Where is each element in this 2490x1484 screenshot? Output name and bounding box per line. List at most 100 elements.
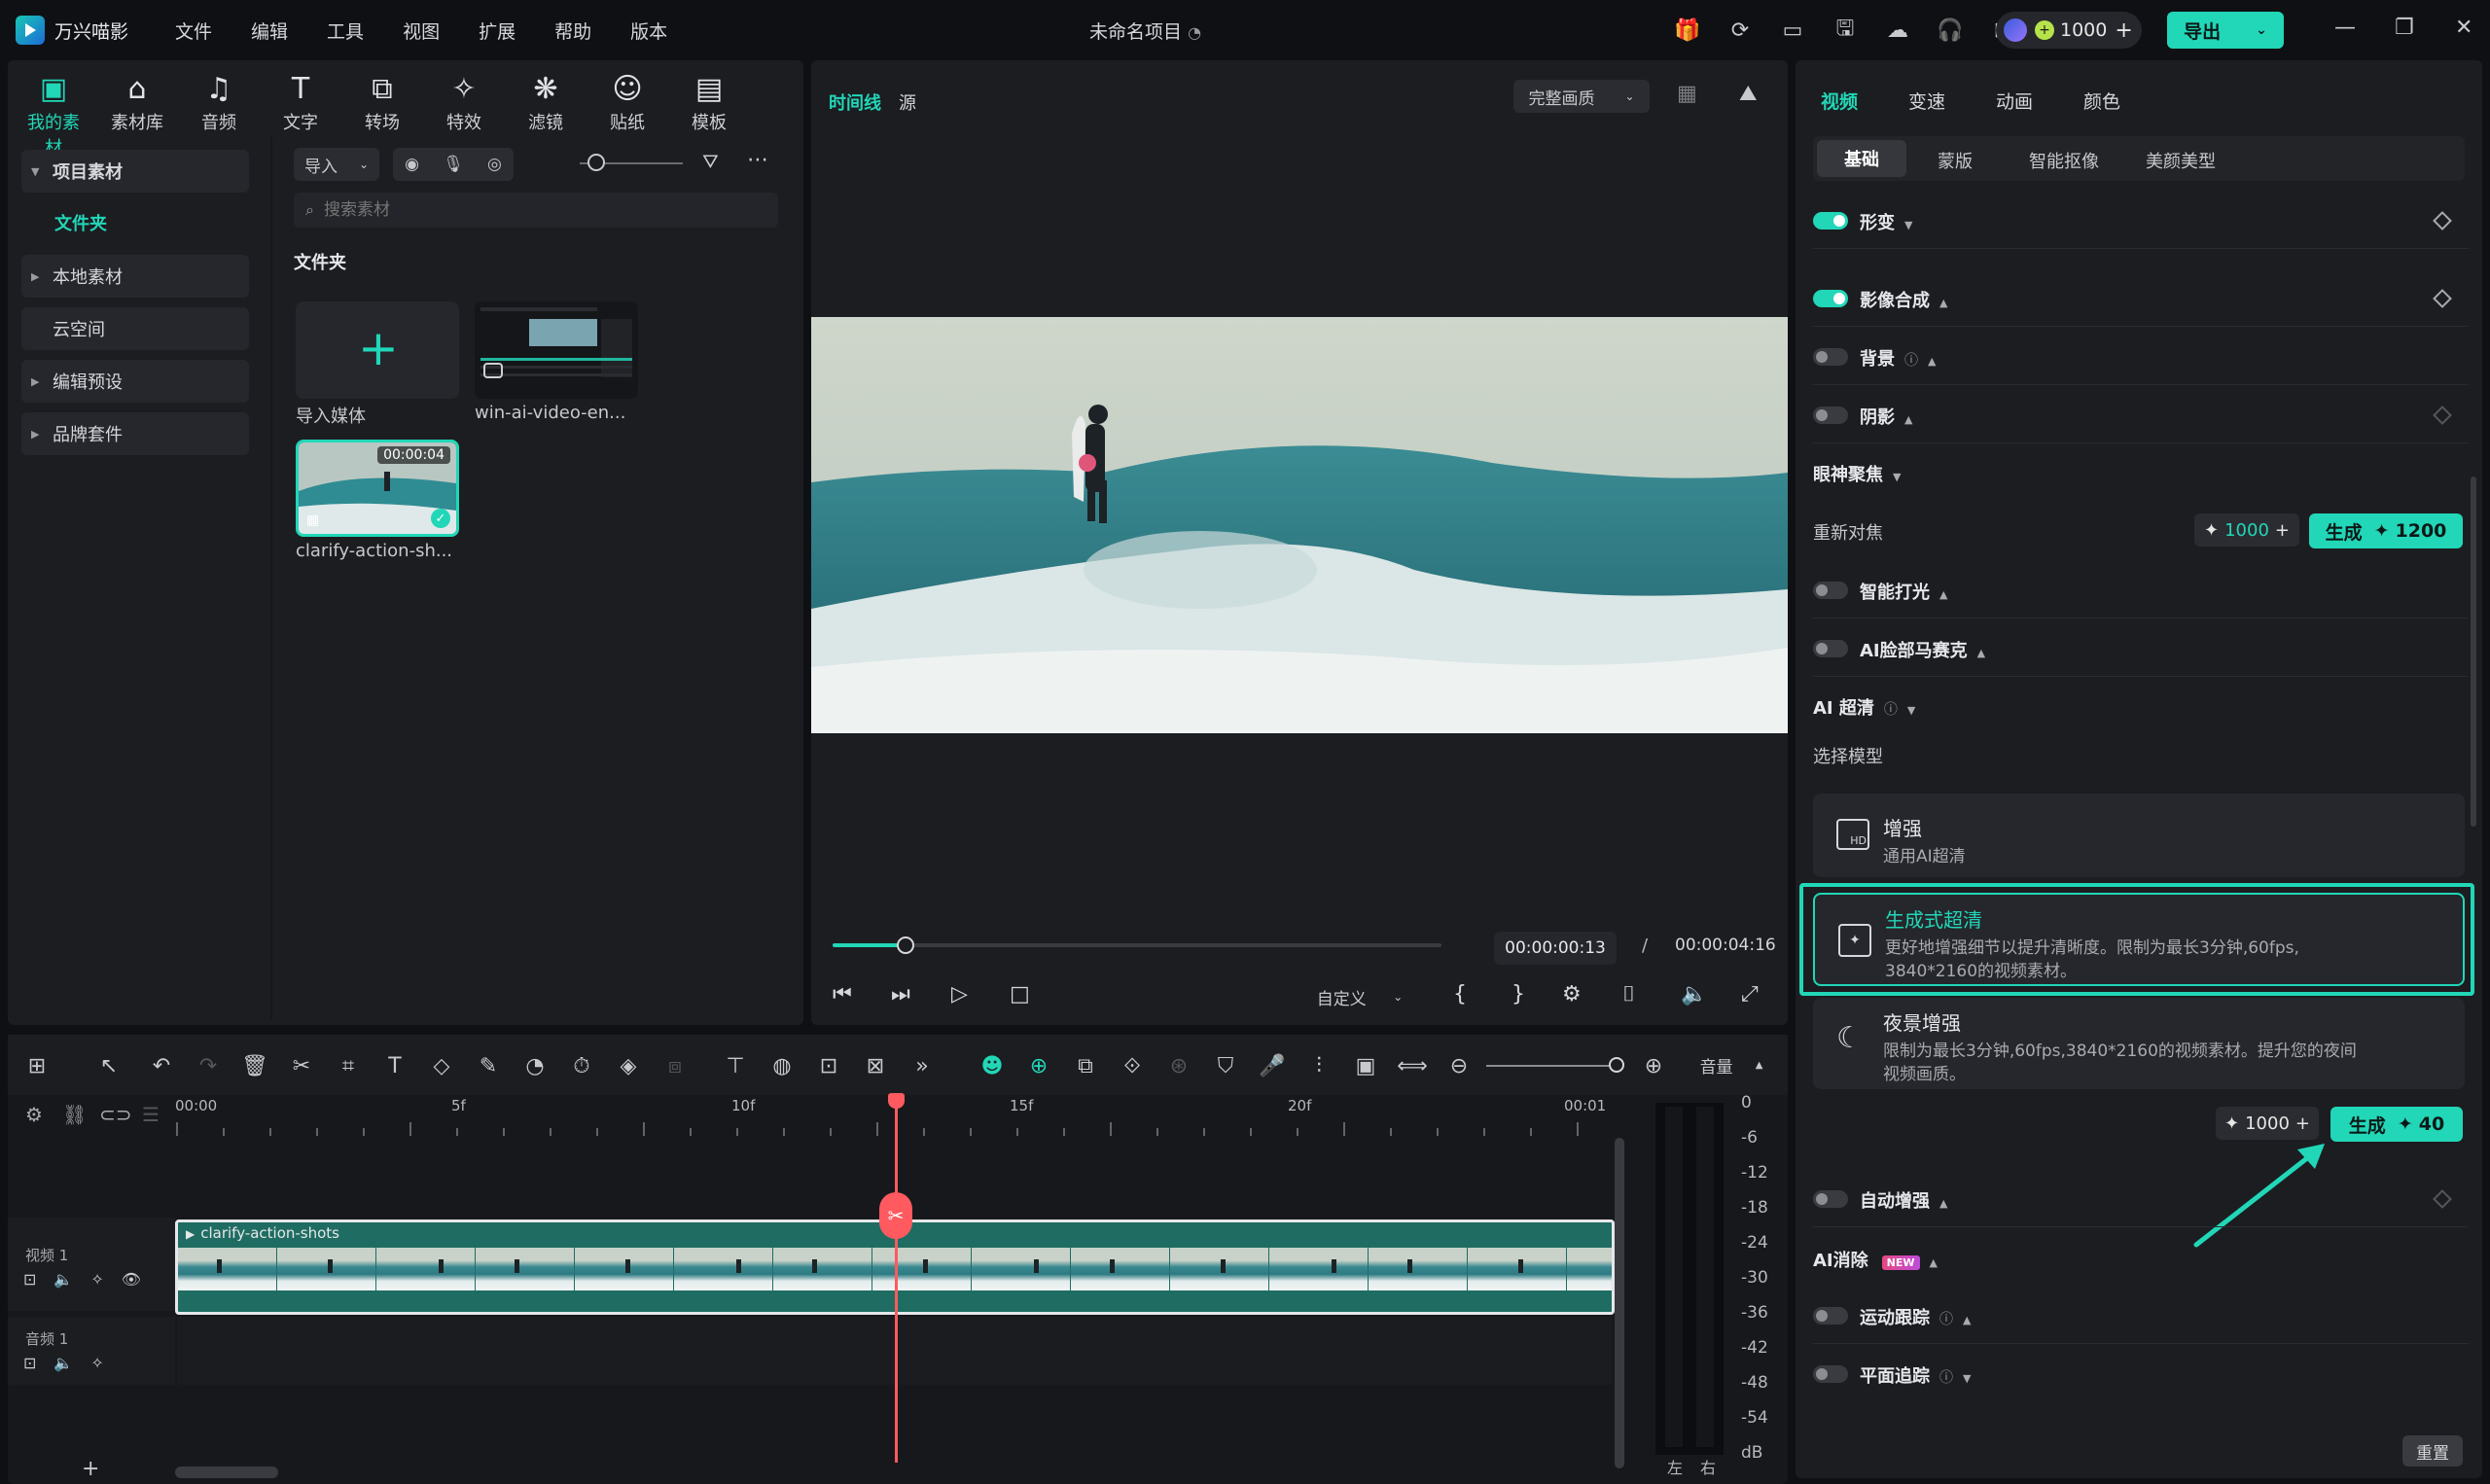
search-input[interactable] <box>323 200 752 220</box>
refocus-cost-pill[interactable]: ✦ 1000 + <box>2194 513 2299 547</box>
keyframe-icon[interactable]: ◈ <box>613 1050 644 1081</box>
keyframe-diamond-icon[interactable] <box>2433 289 2452 308</box>
link-icon[interactable]: ⊂⊃ <box>99 1103 132 1126</box>
search-box[interactable]: ⌕ <box>294 193 778 228</box>
shield-icon[interactable]: ⛉ <box>1210 1050 1241 1081</box>
transform-toggle[interactable] <box>1813 212 1848 230</box>
timeline-hscroll[interactable] <box>175 1466 278 1478</box>
tool-templates[interactable]: ▤ 模板 <box>675 70 743 134</box>
auto-caption-icon[interactable]: ⊕ <box>1023 1050 1054 1081</box>
playhead-split-icon[interactable]: ✂ <box>879 1192 912 1239</box>
redo-icon[interactable]: ↷ <box>193 1050 224 1081</box>
help-icon[interactable]: ⓘ <box>1939 1312 1953 1327</box>
hd-cost-pill[interactable]: ✦ 1000 + <box>2216 1107 2319 1140</box>
menu-edit[interactable]: 编辑 <box>251 18 288 44</box>
sidebar-item-folder[interactable]: 文件夹 <box>54 210 107 235</box>
sidebar-item-cloud[interactable]: 云空间 <box>21 307 249 350</box>
tool-text[interactable]: T 文字 <box>267 70 335 134</box>
credits-badge[interactable]: + 1000 + <box>1996 12 2142 49</box>
zoom-knob[interactable] <box>1609 1057 1624 1073</box>
caret-down-icon[interactable]: ▼ <box>1907 704 1915 717</box>
prev-frame-icon[interactable]: ⏮ <box>833 982 852 1007</box>
import-dropdown[interactable]: 导入 ⌄ <box>294 148 379 181</box>
keyframe-diamond-icon[interactable] <box>2433 211 2452 230</box>
caret-up-icon[interactable]: ▲ <box>1904 413 1912 426</box>
pen-icon[interactable]: ✎ <box>473 1050 504 1081</box>
caret-up-icon[interactable]: ▲ <box>1928 355 1936 368</box>
caret-up-icon[interactable]: ▲ <box>1939 1197 1947 1210</box>
mute-icon[interactable]: 🔈 <box>53 1270 73 1289</box>
auto-enhance-toggle[interactable] <box>1813 1190 1848 1208</box>
model-card-generative-hd[interactable]: ✦ 生成式超清 更好地增强细节以提升清晰度。限制为最长3分钟,60fps, 38… <box>1813 893 2465 986</box>
help-icon[interactable]: ⓘ <box>1904 353 1918 369</box>
filter-icon[interactable]: ⛛ <box>702 150 719 173</box>
sidebar-item-local-media[interactable]: ▶ 本地素材 <box>21 255 249 298</box>
crop-icon[interactable]: ⌗ <box>333 1050 364 1081</box>
export-button[interactable]: 导出 ⌄ <box>2167 12 2284 49</box>
subtab-mask[interactable]: 蒙版 <box>1938 148 1973 173</box>
restore-icon[interactable]: ❐ <box>2395 16 2414 40</box>
audio-mixer-icon[interactable]: ⫶ <box>1303 1050 1334 1081</box>
multicam-icon[interactable]: ▣ <box>1350 1050 1381 1081</box>
current-time-display[interactable]: 00:00:00:13 <box>1494 932 1617 965</box>
sync-icon[interactable]: ⟳ <box>1724 14 1757 47</box>
menu-extensions[interactable]: 扩展 <box>479 18 516 44</box>
playhead-handle[interactable] <box>888 1093 905 1109</box>
split-scissors-icon[interactable]: ✂ <box>286 1050 317 1081</box>
fit-icon[interactable]: ⟺ <box>1397 1050 1428 1081</box>
face-mosaic-toggle[interactable] <box>1813 640 1848 657</box>
snapshot-view-icon[interactable]: ⛰ <box>1739 82 1757 106</box>
media-thumb-clarify[interactable]: 00:00:04 ✓ ▦ <box>296 440 459 537</box>
shadow-toggle[interactable] <box>1813 406 1848 424</box>
track-lanes-icon[interactable]: ☰ <box>142 1103 160 1126</box>
zoom-slider[interactable] <box>1486 1065 1613 1067</box>
menu-tools[interactable]: 工具 <box>327 18 364 44</box>
tool-effects[interactable]: ✧ 特效 <box>430 70 498 134</box>
background-toggle[interactable] <box>1813 348 1848 366</box>
delete-icon[interactable]: 🗑 <box>239 1050 270 1081</box>
more-icon[interactable]: ⋯ <box>747 148 768 172</box>
subtab-beauty[interactable]: 美颜美型 <box>2146 148 2216 173</box>
lock-icon[interactable]: ⊡ <box>23 1354 36 1372</box>
refocus-generate-button[interactable]: 生成 ✦ 1200 <box>2309 513 2463 548</box>
subtab-smart-cutout[interactable]: 智能抠像 <box>2029 148 2099 173</box>
caret-up-icon[interactable]: ▲ <box>1977 647 1985 659</box>
add-text-icon[interactable]: ⊤ <box>720 1050 751 1081</box>
timeline-vscroll[interactable] <box>1615 1138 1624 1468</box>
motion-track-toggle[interactable] <box>1813 1307 1848 1325</box>
plane-track-toggle[interactable] <box>1813 1365 1848 1383</box>
media-thumb-win-ai[interactable] <box>475 301 638 399</box>
import-media-card[interactable]: + <box>296 301 459 399</box>
model-card-night[interactable]: ☾ 夜景增强 限制为最长3分钟,60fps,3840*2160的视频素材。提升您… <box>1813 998 2465 1089</box>
volume-dropdown[interactable]: 音量 ▲ <box>1689 1048 1774 1081</box>
zoom-in-icon[interactable]: ⊕ <box>1638 1050 1669 1081</box>
fullscreen-icon[interactable]: ⤢ <box>1741 982 1759 1007</box>
sidebar-item-presets[interactable]: ▶ 编辑预设 <box>21 360 249 403</box>
ai-edit-icon[interactable]: ⟐ <box>1117 1050 1148 1081</box>
sidebar-item-brand-kit[interactable]: ▶ 品牌套件 <box>21 412 249 455</box>
layout-grid-icon[interactable]: ⊞ <box>21 1050 53 1081</box>
tool-my-media[interactable]: ▣ 我的素材 <box>19 70 88 159</box>
tab-timeline[interactable]: 时间线 <box>829 89 881 115</box>
unlink-icon[interactable]: ⛓ <box>62 1103 87 1126</box>
settings-gear-icon[interactable]: ⚙ <box>1562 982 1582 1007</box>
stabilize-icon[interactable]: ⊛ <box>1163 1050 1194 1081</box>
caret-up-icon[interactable]: ▲ <box>1930 1256 1938 1269</box>
close-icon[interactable]: ✕ <box>2455 16 2472 40</box>
ai-track-icon[interactable]: ✧ <box>90 1354 103 1372</box>
caret-down-icon[interactable]: ▼ <box>1963 1372 1971 1385</box>
headset-icon[interactable]: 🎧 <box>1934 14 1967 47</box>
gift-icon[interactable]: 🎁 <box>1671 14 1704 47</box>
camera-snapshot-icon[interactable]: ⌷ <box>1622 982 1635 1007</box>
grid-view-icon[interactable]: ▦ <box>1677 82 1697 106</box>
microphone-icon[interactable]: 🎙 <box>443 155 464 174</box>
tab-speed[interactable]: 变速 <box>1908 88 1945 114</box>
tool-stickers[interactable]: ☺ 贴纸 <box>593 70 661 134</box>
mute-icon[interactable]: 🔈 <box>53 1354 73 1372</box>
minimize-icon[interactable]: — <box>2334 16 2356 40</box>
preview-progress-track[interactable] <box>833 943 1441 947</box>
stop-icon[interactable]: □ <box>1010 982 1030 1007</box>
chevron-down-icon[interactable]: ⌄ <box>2256 22 2267 38</box>
tool-filters[interactable]: ❋ 滤镜 <box>512 70 580 134</box>
ai-track-icon[interactable]: ✧ <box>90 1270 103 1289</box>
